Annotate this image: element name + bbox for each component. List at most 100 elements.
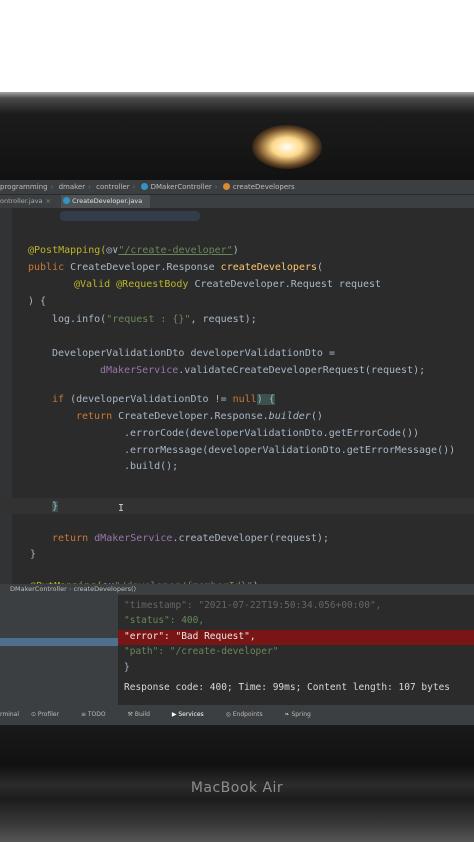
tab-label: ontroller.java [0,197,43,205]
code-line: @Valid @RequestBody CreateDeveloper.Requ… [74,277,381,292]
type-name: CreateDeveloper.Response [70,262,221,273]
code-token: log.info( [52,314,107,325]
code-line: .errorMessage(developerValidationDto.get… [124,445,456,456]
breadcrumb-item[interactable]: DMakerController [151,183,212,191]
tool-label: Services [178,711,204,718]
chevron-right-icon: › [132,183,136,191]
caret-line-highlight [0,498,474,514]
class-icon [63,197,71,204]
brace-highlight: ) { [256,394,275,405]
breadcrumb: programming › dmaker › controller › DMakerC… [0,180,474,195]
background-wall [0,0,474,92]
code-line: DeveloperValidationDto developerValidati… [52,348,335,359]
string-literal: "request : {}" [106,314,191,325]
editor-gutter[interactable] [0,208,12,584]
console-line: "path": "/create-developer" [124,645,278,659]
services-tree[interactable] [0,595,118,705]
code-line: } [52,499,59,514]
code-line: log.info("request : {}", request); [52,312,257,327]
chevron-right-icon: › [88,183,91,191]
tool-services-button[interactable]: ▶ Services [172,711,214,718]
ide-screen: programming › dmaker › controller › DMakerC… [0,180,474,725]
console-text: "path": "/create-developer" [124,646,279,657]
breadcrumb-item[interactable]: controller [96,183,129,191]
code-token: (developerValidationDto != [70,394,233,405]
tool-build-button[interactable]: ⚒ Build [128,711,160,718]
keyword: if [52,394,71,405]
blurred-toolbar [60,211,200,221]
endpoint-icon[interactable]: ◎∨ [106,245,118,256]
editor-tabs: ontroller.java × CreateDeveloper.java [0,195,474,210]
code-token: .validateCreateDeveloperRequest(request)… [178,365,426,376]
tool-label: Endpoints [232,711,263,718]
code-token: .createDeveloper(request); [172,533,329,544]
close-icon[interactable]: × [46,197,51,205]
tool-terminal-button[interactable]: rminal [0,711,19,718]
keyword: return [52,533,95,544]
tool-profiler-button[interactable]: ⊙ Profiler [31,711,69,718]
breadcrumb-item[interactable]: dmaker [59,183,86,191]
method-name: builder [268,411,311,422]
code-line: return dMakerService.createDeveloper(req… [52,531,329,546]
console-text: "error": "Bad Request", [124,631,256,642]
tab-label: CreateDeveloper.java [72,197,143,205]
code-line: .errorCode(developerValidationDto.getErr… [124,428,420,439]
keyword: return [76,411,119,422]
method-name: createDevelopers [220,262,317,273]
code-token: () [310,411,323,422]
code-token: ) [232,245,239,256]
code-line: return CreateDeveloper.Response.builder(… [76,409,323,424]
code-token: CreateDeveloper.Request request [194,279,382,290]
class-icon [140,183,148,190]
laptop-top-bezel [0,92,474,184]
field-name: dMakerService [100,365,179,376]
annotation: @PostMapping( [28,245,107,256]
code-editor[interactable]: @PostMapping(◎∨"/create-developer") publ… [0,208,474,592]
method-icon [222,183,230,190]
field-name: dMakerService [94,533,173,544]
tool-endpoints-button[interactable]: ◎ Endpoints [226,711,273,718]
breadcrumb-item[interactable]: DMakerController [10,585,67,593]
light-glare [252,125,322,169]
chevron-right-icon: › [214,183,218,191]
selected-service-row[interactable] [0,638,118,646]
tool-label: Spring [291,711,311,718]
annotation: @Valid [74,279,117,290]
device-brand-label: MacBook Air [190,780,284,796]
tool-spring-button[interactable]: ❧ Spring [285,711,321,718]
code-line: ) { [28,296,47,307]
code-line: if (developerValidationDto != null) { [52,392,275,407]
code-token: , request); [190,314,257,325]
code-line: .build(); [124,461,179,472]
tool-label: Profiler [37,711,60,718]
keyword: null [232,394,257,405]
annotation: @RequestBody [116,279,195,290]
code-line: } [30,549,37,560]
breadcrumb-item[interactable]: createDevelopers [233,183,295,191]
tool-todo-button[interactable]: ≡ TODO [81,711,116,718]
console-line-faded: "timestamp": "2021-07-22T19:50:34.056+00… [124,600,382,611]
console-line: } [124,662,130,673]
tool-label: Build [134,711,150,718]
chevron-right-icon: › [68,585,72,593]
code-token: CreateDeveloper.Response. [118,411,269,422]
text-cursor-icon: I [118,503,125,514]
code-line: dMakerService.validateCreateDeveloperReq… [100,363,425,378]
brace-highlight: } [52,501,59,512]
response-console[interactable]: "timestamp": "2021-07-22T19:50:34.056+00… [118,595,474,705]
breadcrumb-item[interactable]: createDevelopers() [74,585,137,593]
console-line: "error": "Bad Request", [124,630,256,644]
response-summary: Response code: 400; Time: 99ms; Content … [124,682,451,693]
code-line: public CreateDeveloper.Response createDe… [28,260,323,275]
tab-controller[interactable]: ontroller.java × [0,195,59,208]
keyword: public [28,262,71,273]
editor-breadcrumb-bar: DMakerController › createDevelopers() [0,584,474,595]
tool-label: TODO [87,711,106,718]
chevron-right-icon: › [50,183,54,191]
console-line: "status": 400, [124,614,204,628]
code-token: ( [317,262,324,273]
console-text: "status": 400, [124,615,205,626]
code-line: @PostMapping(◎∨"/create-developer") [28,243,239,258]
breadcrumb-item[interactable]: programming [0,183,48,191]
string-literal: "/create-developer" [118,245,233,256]
